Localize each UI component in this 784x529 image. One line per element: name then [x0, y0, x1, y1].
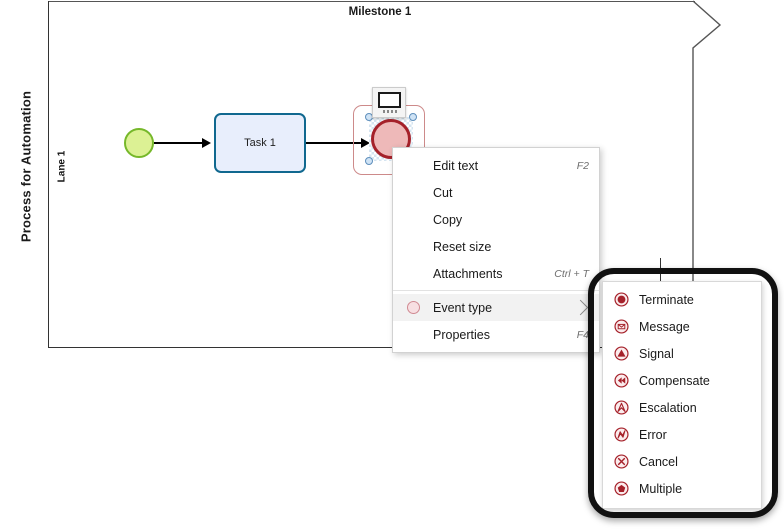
event-type-submenu[interactable]: Terminate Message Signal Compensate Escalati…	[602, 281, 762, 509]
event-type-item-label: Signal	[639, 346, 674, 361]
chevron-right-icon	[572, 299, 589, 316]
context-menu-item-label: Attachments	[433, 266, 503, 281]
context-menu-item-edit-text[interactable]: Edit text F2	[393, 152, 599, 179]
event-type-item-label: Multiple	[639, 481, 683, 496]
resize-handle-bottom-left[interactable]	[365, 157, 373, 165]
event-type-icon-slot	[603, 448, 639, 475]
event-type-icon-slot	[603, 475, 639, 502]
event-type-item-message[interactable]: Message	[603, 313, 761, 340]
event-type-icon-slot	[603, 340, 639, 367]
event-type-icon-slot	[603, 421, 639, 448]
context-menu-separator	[393, 290, 599, 291]
escalation-icon	[613, 400, 629, 415]
event-type-icon-slot	[603, 367, 639, 394]
message-icon	[613, 319, 629, 334]
event-type-item-label: Terminate	[639, 292, 694, 307]
context-menu-item-label: Properties	[433, 327, 490, 342]
shape-quick-action-popup[interactable]	[372, 87, 406, 118]
event-type-item-label: Message	[639, 319, 690, 334]
signal-icon	[613, 346, 629, 361]
shape-popup-dots-icon	[383, 110, 397, 113]
context-menu-item-label: Event type	[433, 300, 493, 315]
multiple-icon	[613, 481, 629, 496]
annotation-leader-line	[660, 258, 662, 283]
context-menu-item-reset-size[interactable]: Reset size	[393, 233, 599, 260]
ring-icon-shape	[406, 301, 420, 314]
context-menu-item-properties[interactable]: Properties F4	[393, 321, 599, 348]
context-menu-item-shortcut: F2	[576, 159, 589, 172]
terminate-icon	[613, 292, 629, 307]
context-menu-item-shortcut: Ctrl + T	[554, 267, 589, 280]
pool-top-border	[1, 1, 695, 2]
resize-handle-top-right[interactable]	[409, 113, 417, 121]
context-menu-item-label: Copy	[433, 212, 463, 227]
sequence-flow-1[interactable]	[154, 142, 203, 144]
context-menu[interactable]: Edit text F2 Cut Copy Reset size Attachments C…	[392, 147, 600, 353]
milestone-label: Milestone 1	[348, 6, 412, 18]
shape-popup-icon	[378, 92, 401, 108]
task-label: Task 1	[244, 137, 276, 149]
event-type-icon-slot	[603, 394, 639, 421]
event-type-item-label: Cancel	[639, 454, 678, 469]
menu-item-icon-slot	[393, 206, 433, 233]
event-type-item-multiple[interactable]: Multiple	[603, 475, 761, 502]
menu-item-icon-slot	[393, 321, 433, 348]
diagram-canvas[interactable]: Process for Automation Lane 1 Milestone …	[0, 0, 784, 529]
event-type-item-label: Escalation	[639, 400, 697, 415]
context-menu-item-copy[interactable]: Copy	[393, 206, 599, 233]
event-type-icon-slot	[603, 313, 639, 340]
context-menu-item-shortcut: F4	[576, 328, 589, 341]
menu-item-icon-slot	[393, 233, 433, 260]
pool-header[interactable]: Process for Automation	[1, 1, 49, 348]
event-type-item-label: Compensate	[639, 373, 710, 388]
event-type-item-cancel[interactable]: Cancel	[603, 448, 761, 475]
event-type-item-label: Error	[639, 427, 667, 442]
ring-icon	[393, 294, 433, 321]
event-type-item-compensate[interactable]: Compensate	[603, 367, 761, 394]
context-menu-item-label: Edit text	[433, 158, 479, 173]
context-menu-item-label: Cut	[433, 185, 453, 200]
task-node[interactable]: Task 1	[214, 113, 306, 173]
event-type-icon-slot	[603, 286, 639, 313]
sequence-flow-1-arrowhead	[202, 137, 211, 148]
event-type-item-terminate[interactable]: Terminate	[603, 286, 761, 313]
event-type-item-error[interactable]: Error	[603, 421, 761, 448]
cancel-icon	[613, 454, 629, 469]
lane-header[interactable]: Lane 1	[49, 1, 77, 348]
context-menu-item-cut[interactable]: Cut	[393, 179, 599, 206]
context-menu-item-label: Reset size	[433, 239, 492, 254]
menu-item-icon-slot	[393, 260, 433, 287]
context-menu-item-attachments[interactable]: Attachments Ctrl + T	[393, 260, 599, 287]
pool-title-label: Process for Automation	[18, 90, 34, 243]
start-event[interactable]	[124, 128, 154, 158]
event-type-item-signal[interactable]: Signal	[603, 340, 761, 367]
menu-item-icon-slot	[393, 152, 433, 179]
error-icon	[613, 427, 629, 442]
menu-item-icon-slot	[393, 179, 433, 206]
compensate-icon	[613, 373, 629, 388]
context-menu-item-event-type[interactable]: Event type	[393, 294, 599, 321]
event-type-item-escalation[interactable]: Escalation	[603, 394, 761, 421]
lane-title-label: Lane 1	[56, 150, 68, 183]
